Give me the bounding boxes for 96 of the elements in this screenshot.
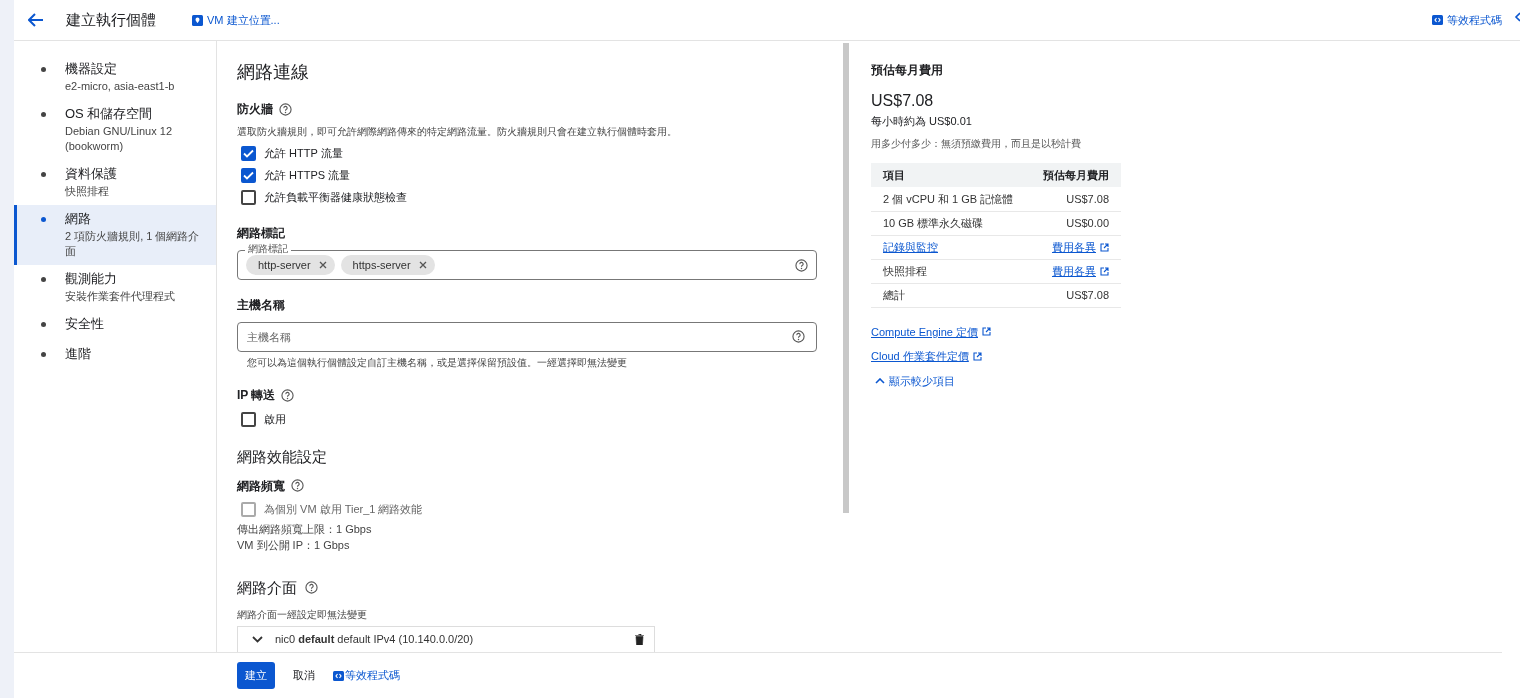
help-icon[interactable]	[792, 330, 805, 343]
tag-chip[interactable]: http-server	[246, 254, 335, 276]
checkbox-label: 為個別 VM 啟用 Tier_1 網路效能	[264, 502, 423, 518]
toggle-label: 顯示較少項目	[889, 373, 955, 389]
sidebar-item[interactable]: 進階	[14, 340, 216, 370]
external-link-icon	[1100, 266, 1109, 276]
column-header: 項目	[871, 162, 1029, 187]
pricing-link[interactable]: Cloud 作業套件定價	[871, 348, 969, 365]
remove-icon[interactable]	[418, 261, 427, 269]
cost-link[interactable]: 費用各異	[1052, 262, 1096, 280]
cancel-button[interactable]: 取消	[283, 662, 325, 689]
tag-chip[interactable]: https-server	[340, 254, 435, 276]
sidebar-item-label: 進階	[65, 345, 91, 363]
help-icon[interactable]	[279, 102, 292, 116]
delete-icon[interactable]	[635, 634, 644, 645]
equivalent-code-link[interactable]: 等效程式碼	[1447, 11, 1502, 29]
sidebar-item-label: 資料保護	[65, 165, 117, 183]
external-link-icon	[972, 351, 982, 361]
chevron-up-icon	[875, 377, 885, 384]
code-icon	[333, 670, 344, 681]
sidebar-item[interactable]: OS 和儲存空間 Debian GNU/Linux 12 (bookworm)	[14, 100, 216, 160]
table-cell: 10 GB 標準永久磁碟	[871, 211, 1029, 235]
sidebar-item-label: 機器設定	[65, 60, 118, 78]
external-link-icon	[982, 327, 991, 337]
field-label: 防火牆	[237, 101, 273, 118]
checkbox[interactable]	[241, 411, 256, 427]
sidebar-item[interactable]: 機器設定 e2-micro, asia-east1-b	[14, 55, 216, 100]
help-icon[interactable]	[795, 258, 808, 272]
hostname-field[interactable]: 主機名稱	[237, 322, 817, 352]
info-text: 傳出網路頻寬上限：1 Gbps	[237, 521, 373, 537]
show-less-toggle[interactable]: 顯示較少項目	[875, 372, 955, 389]
page-title: 建立執行個體	[66, 9, 156, 30]
cost-link[interactable]: 記錄與監控	[883, 240, 938, 253]
field-label: 主機名稱	[237, 297, 285, 314]
sidebar-item-detail: 2 項防火牆規則, 1 個網路介面	[65, 229, 201, 259]
panel-title: 預估每月費用	[871, 62, 944, 79]
checkbox[interactable]	[241, 167, 256, 183]
sidebar-item-label: 安全性	[65, 315, 104, 333]
table-cell: US$0.00	[1028, 211, 1121, 235]
section-heading: 網路效能設定	[237, 447, 328, 467]
field-label: 網路頻寬	[237, 477, 285, 495]
chevron-down-icon[interactable]	[252, 636, 263, 643]
table-cell: US$7.08	[1028, 187, 1121, 211]
section-heading: 網路介面	[237, 577, 297, 598]
checkbox-label: 允許 HTTPS 流量	[264, 167, 351, 183]
pricing-link[interactable]: Compute Engine 定價	[871, 323, 978, 340]
sidebar-item-detail: e2-micro, asia-east1-b	[65, 79, 175, 94]
vm-location-link[interactable]: VM 建立位置...	[207, 11, 280, 29]
sidebar-item-detail: 安裝作業套件代理程式	[65, 289, 175, 304]
chip-label: https-server	[352, 257, 411, 273]
interface-text: nic0 default default IPv4 (10.140.0.0/20)	[275, 632, 475, 648]
description-text: 選取防火牆規則，即可允許網際網路傳來的特定網路流量。防火牆規則只會在建立執行個體時套用。	[237, 125, 678, 139]
cost-link[interactable]: 費用各異	[1052, 238, 1096, 256]
sidebar-item-detail: Debian GNU/Linux 12 (bookworm)	[65, 124, 173, 154]
scrollbar-thumb[interactable]	[843, 43, 849, 513]
billing-note: 用多少付多少：無須預繳費用，而且是以秒計費	[871, 136, 1082, 151]
table-cell: 2 個 vCPU 和 1 GB 記憶體	[871, 187, 1029, 211]
checkbox-label: 允許 HTTP 流量	[264, 145, 343, 161]
monthly-cost: US$7.08	[871, 91, 935, 111]
sidebar-item-detail: 快照排程	[65, 184, 110, 199]
checkbox[interactable]	[241, 145, 256, 161]
equivalent-code-link[interactable]: 等效程式碼	[345, 667, 400, 684]
table-cell: 快照排程	[871, 259, 1029, 283]
info-text: VM 到公開 IP：1 Gbps	[237, 537, 351, 553]
sidebar-item-label: 網路	[65, 210, 92, 228]
sidebar-item[interactable]: 安全性	[14, 310, 216, 340]
external-link-icon	[1100, 242, 1109, 252]
checkbox-label: 啟用	[264, 411, 286, 427]
interface-row[interactable]: nic0 default default IPv4 (10.140.0.0/20)	[237, 626, 655, 652]
hourly-cost: 每小時約為 US$0.01	[871, 114, 973, 129]
description-text: 網路介面一經設定即無法變更	[237, 608, 368, 622]
remove-icon[interactable]	[318, 261, 327, 269]
help-icon[interactable]	[305, 581, 318, 595]
sidebar-item-label: 觀測能力	[65, 270, 118, 288]
checkbox[interactable]	[241, 189, 256, 205]
location-pin-icon	[192, 14, 203, 26]
chevron-left-icon[interactable]	[1514, 12, 1520, 22]
sidebar-item[interactable]: 網路 2 項防火牆規則, 1 個網路介面	[14, 205, 216, 265]
field-label: IP 轉送	[237, 387, 276, 404]
sidebar-item-label: OS 和儲存空間	[65, 105, 154, 123]
column-header: 預估每月費用	[1028, 162, 1121, 187]
field-label: 網路標記	[237, 225, 285, 242]
back-arrow-icon[interactable]	[28, 13, 44, 27]
floating-label: 網路標記	[245, 243, 291, 255]
table-cell: US$7.08	[1028, 283, 1121, 307]
chip-label: http-server	[258, 257, 311, 273]
sidebar-item[interactable]: 資料保護 快照排程	[14, 160, 216, 205]
code-icon	[1432, 15, 1443, 25]
table-cell: 總計	[871, 283, 1029, 307]
create-button[interactable]: 建立	[237, 662, 275, 689]
help-icon[interactable]	[281, 388, 295, 402]
hint-text: 您可以為這個執行個體設定自訂主機名稱，或是選擇保留預設值。一經選擇即無法變更	[246, 356, 628, 370]
sidebar-item[interactable]: 觀測能力 安裝作業套件代理程式	[14, 265, 216, 310]
help-icon[interactable]	[291, 479, 304, 492]
section-heading: 網路連線	[237, 61, 310, 84]
checkbox-label: 允許負載平衡器健康狀態檢查	[264, 189, 407, 205]
